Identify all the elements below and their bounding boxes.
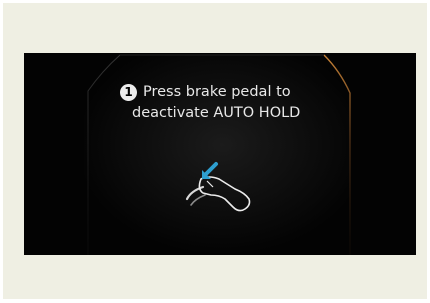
cluster-display: 1 Press brake pedal to deactivate AUTO H… (24, 53, 416, 255)
notice-text-line-1: Press brake pedal to (143, 84, 291, 100)
notice-text-line-2: deactivate AUTO HOLD (132, 105, 301, 121)
step-number-badge: 1 (120, 84, 137, 101)
auto-hold-notice: 1 Press brake pedal to deactivate AUTO H… (120, 82, 380, 124)
notice-line-1: 1 Press brake pedal to (120, 82, 380, 103)
press-arrow-icon (202, 162, 218, 179)
